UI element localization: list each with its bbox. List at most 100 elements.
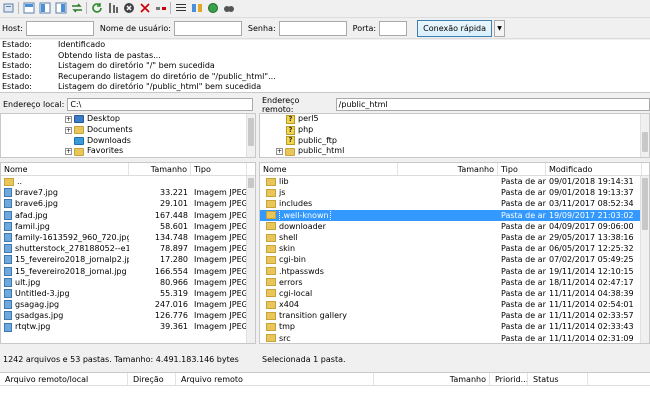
filter-icon[interactable] [174, 1, 188, 15]
local-file-row[interactable]: .. [1, 176, 255, 187]
quickconnect-dropdown-icon[interactable]: ▼ [494, 19, 506, 37]
col-status[interactable]: Status [528, 373, 588, 385]
remote-list-scrollbar[interactable] [640, 176, 649, 343]
local-file-row[interactable]: famil.jpg 58.601 Imagem JPEG [1, 221, 255, 232]
host-input[interactable] [25, 20, 94, 36]
file-type: Imagem JPEG [194, 300, 247, 310]
col-type[interactable]: Tipo [498, 163, 546, 175]
tree-item-desktop[interactable]: + Desktop [65, 114, 255, 125]
col-size[interactable]: Tamanho [374, 373, 490, 385]
remote-file-row[interactable]: includes Pasta de ar...03/11/2017 08:52:3… [260, 198, 649, 209]
image-file-icon [4, 188, 12, 198]
col-modified[interactable]: Modificado [546, 163, 642, 175]
local-file-row[interactable]: gsagag.jpg 247.016 Imagem JPEG [1, 299, 255, 310]
toggle-local-tree-icon[interactable] [38, 1, 52, 15]
local-list-scrollbar[interactable] [246, 176, 255, 343]
remote-file-row[interactable]: lib Pasta de ar...09/01/2018 19:14:31 [260, 176, 649, 187]
compare-icon[interactable] [190, 1, 204, 15]
file-name: .. [17, 177, 23, 186]
tree-item-perl5[interactable]: ? perl5 [286, 114, 649, 125]
local-directory-tree[interactable]: + Desktop + Documents Downloads + Favorites [0, 113, 256, 158]
port-input[interactable] [379, 20, 408, 36]
sync-browse-icon[interactable] [206, 1, 220, 15]
quickconnect-button[interactable]: Conexão rápida [417, 19, 493, 37]
search-icon[interactable] [222, 1, 236, 15]
col-priority[interactable]: Priorid... [490, 373, 528, 385]
local-file-row[interactable]: family-1613592_960_720.jpg 134.748 Imagem … [1, 232, 255, 243]
username-input[interactable] [173, 20, 242, 36]
toggle-remote-tree-icon[interactable] [54, 1, 68, 15]
site-manager-icon[interactable] [2, 1, 16, 15]
message-log: Estado: Identificado Estado: Obtendo lista… [0, 40, 650, 93]
tree-item-favorites[interactable]: + Favorites [65, 146, 255, 157]
tree-item-downloads[interactable]: Downloads [65, 136, 255, 147]
folder-icon [74, 126, 84, 135]
local-file-list[interactable]: Nome Tamanho Tipo .. brave7.jpg 33.221 Imag… [0, 162, 256, 344]
tree-item-documents[interactable]: + Documents [65, 125, 255, 136]
cancel-icon[interactable] [122, 1, 136, 15]
col-size[interactable]: Tamanho [129, 163, 191, 175]
remote-file-row[interactable]: skin Pasta de ar...06/05/2017 12:25:32 [260, 243, 649, 254]
remote-file-row[interactable]: errors Pasta de ar...18/11/2014 02:47:17 [260, 277, 649, 288]
tree-item-public-html[interactable]: + public_html [276, 146, 649, 157]
remote-directory-tree[interactable]: ? perl5 ? php ? public_ftp + public_html [259, 113, 650, 158]
file-name: skin [279, 244, 296, 254]
process-queue-icon[interactable] [106, 1, 120, 15]
local-file-row[interactable]: shutterstock_278188052--e147610146... 78.… [1, 243, 255, 254]
download-folder-icon [74, 136, 84, 145]
local-file-row[interactable]: afad.jpg 167.448 Imagem JPEG [1, 210, 255, 221]
refresh-icon[interactable] [90, 1, 104, 15]
col-name[interactable]: Nome [1, 163, 129, 175]
col-type[interactable]: Tipo [191, 163, 247, 175]
remote-file-row[interactable]: .htpasswds Pasta de ar...19/11/2014 12:10… [260, 266, 649, 277]
local-file-row[interactable]: Untitled-3.jpg 55.319 Imagem JPEG [1, 288, 255, 299]
local-file-row[interactable]: 15_fevereiro2018_jornal.jpg 166.554 Imagem… [1, 266, 255, 277]
password-input[interactable] [278, 20, 347, 36]
col-size[interactable]: Tamanho [398, 163, 498, 175]
file-type: Pasta de ar... [501, 210, 546, 220]
local-address-input[interactable]: C:\ [67, 98, 254, 111]
file-modified: 04/09/2017 09:06:00 [549, 221, 634, 231]
remote-file-row[interactable]: src Pasta de ar...11/11/2014 02:31:09 [260, 333, 649, 343]
local-file-row[interactable]: brave7.jpg 33.221 Imagem JPEG [1, 187, 255, 198]
expand-icon[interactable]: + [276, 148, 283, 156]
remote-file-row[interactable]: .well-known Pasta de ar...19/09/2017 21:0… [260, 209, 649, 221]
remote-file-row[interactable]: transition gallery Pasta de ar...11/11/20… [260, 310, 649, 321]
local-file-row[interactable]: brave6.jpg 29.101 Imagem JPEG [1, 198, 255, 209]
tree-item-public-ftp[interactable]: ? public_ftp [286, 136, 649, 147]
remote-file-row[interactable]: cgi-local Pasta de ar...11/11/2014 04:38:… [260, 288, 649, 299]
remote-file-row[interactable]: js Pasta de ar...09/01/2018 19:13:37 [260, 187, 649, 198]
col-direction[interactable]: Direção [128, 373, 176, 385]
toggle-log-icon[interactable] [22, 1, 36, 15]
remote-file-row[interactable]: tmp Pasta de ar...11/11/2014 02:33:43 [260, 321, 649, 332]
file-size: 126.776 [154, 311, 188, 321]
col-name[interactable]: Nome [260, 163, 398, 175]
expand-icon[interactable]: + [65, 126, 72, 134]
remote-file-row[interactable]: downloader Pasta de ar...04/09/2017 09:06… [260, 221, 649, 232]
remote-file-row[interactable]: x404 Pasta de ar...11/11/2014 02:54:01 [260, 299, 649, 310]
remote-tree-scrollbar[interactable] [640, 114, 649, 157]
remote-file-row[interactable]: shell Pasta de ar...29/05/2017 13:38:16 [260, 232, 649, 243]
expand-icon[interactable]: + [65, 115, 72, 123]
remote-address-input[interactable]: /public_html [335, 98, 650, 111]
col-remote-file[interactable]: Arquivo remoto [176, 373, 374, 385]
user-label: Nome de usuário: [99, 23, 171, 33]
file-type: Pasta de ar... [501, 199, 546, 209]
reconnect-icon[interactable] [154, 1, 168, 15]
transfer-queue[interactable]: Arquivo remoto/local Direção Arquivo rem… [0, 372, 650, 403]
expand-icon[interactable]: + [65, 148, 72, 156]
local-file-row[interactable]: 15_fevereiro2018_jornalp2.jpg 17.280 Image… [1, 254, 255, 265]
remote-file-row[interactable]: cgi-bin Pasta de ar...07/02/2017 05:49:25 [260, 254, 649, 265]
image-file-icon [4, 288, 12, 298]
tree-item-php[interactable]: ? php [286, 125, 649, 136]
transfer-queue-icon[interactable] [70, 1, 84, 15]
file-name: x404 [279, 300, 300, 310]
local-file-row[interactable]: gsadgas.jpg 126.776 Imagem JPEG [1, 310, 255, 321]
local-tree-scrollbar[interactable] [246, 114, 255, 157]
local-file-row[interactable]: rtqtw.jpg 39.361 Imagem JPEG [1, 321, 255, 332]
disconnect-icon[interactable] [138, 1, 152, 15]
local-file-row[interactable]: ult.jpg 80.966 Imagem JPEG [1, 277, 255, 288]
col-file[interactable]: Arquivo remoto/local [0, 373, 128, 385]
file-size [398, 277, 498, 288]
remote-file-list[interactable]: Nome Tamanho Tipo Modificado lib Pasta de… [259, 162, 650, 344]
